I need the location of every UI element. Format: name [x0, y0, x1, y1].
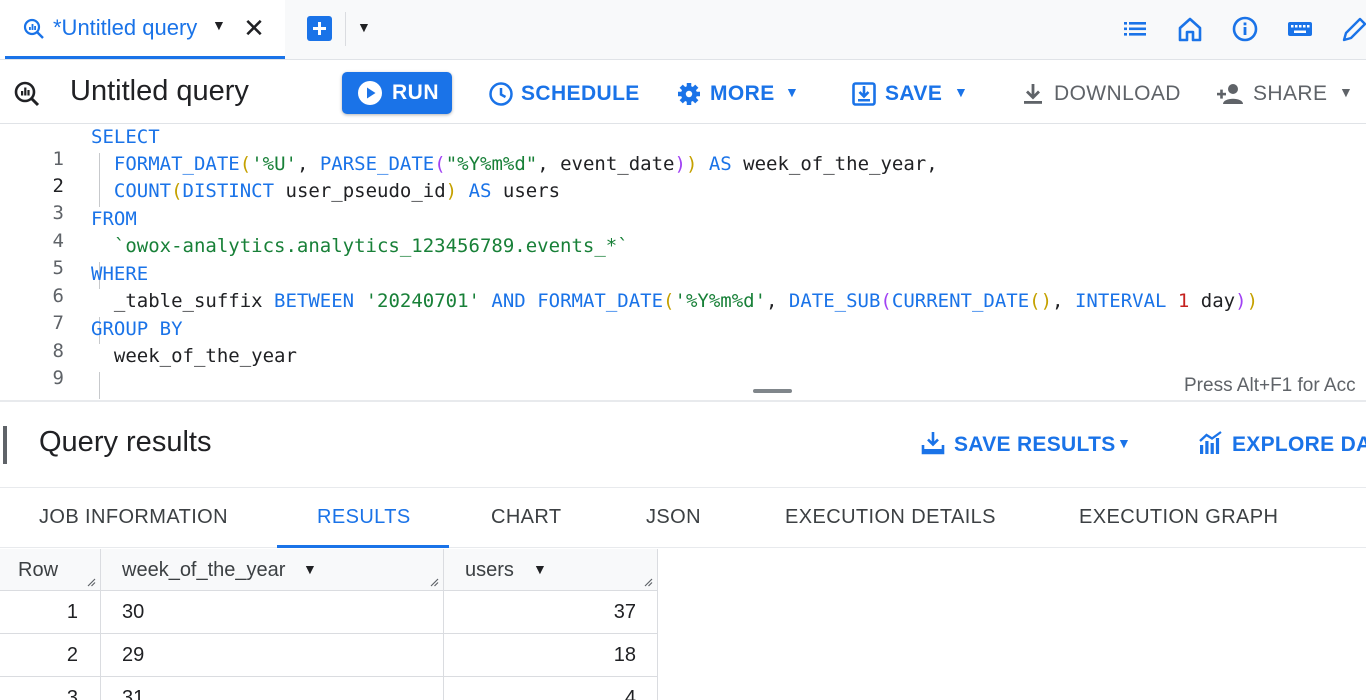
code-line: 4 FROM	[0, 208, 1366, 252]
close-icon[interactable]: ✕	[241, 13, 267, 43]
sort-menu-icon[interactable]: ▼	[303, 561, 317, 577]
chevron-down-icon: ▼	[1339, 84, 1353, 100]
column-header-label: users	[465, 559, 514, 581]
share-label: SHARE	[1253, 82, 1328, 105]
users-cell: 37	[613, 601, 636, 623]
save-label: SAVE	[885, 82, 943, 105]
chevron-down-icon: ▼	[1117, 435, 1131, 451]
save-results-label: SAVE RESULTS	[954, 433, 1116, 456]
share-button[interactable]: SHARE ▼	[1216, 80, 1361, 110]
code-line: 3 COUNT(DISTINCT user_pseudo_id) AS user…	[0, 180, 1366, 224]
save-results-button[interactable]: SAVE RESULTS ▼	[920, 430, 1135, 460]
schedule-label: SCHEDULE	[521, 82, 640, 105]
column-header-week[interactable]: week_of_the_year ▼	[101, 549, 444, 591]
run-button[interactable]: RUN	[342, 72, 452, 114]
schedule-button[interactable]: SCHEDULE	[487, 80, 640, 110]
query-icon	[14, 81, 40, 107]
query-toolbar: Untitled query RUN SCHEDULE MORE ▼ SAVE …	[0, 60, 1366, 124]
query-tab-icon	[23, 18, 44, 39]
column-header-row[interactable]: Row	[0, 549, 101, 591]
column-header-label: week_of_the_year	[122, 559, 286, 581]
tab-execution-details[interactable]: EXECUTION DETAILS	[785, 506, 996, 529]
pencil-icon[interactable]	[1340, 14, 1366, 44]
new-tab-icon[interactable]	[307, 16, 332, 41]
table-row[interactable]: 1 30 37	[0, 591, 658, 634]
more-button[interactable]: MORE ▼	[675, 80, 805, 110]
query-tab[interactable]: *Untitled query ▼ ✕	[0, 0, 285, 59]
tab-results[interactable]: RESULTS	[317, 506, 411, 529]
tab-divider	[345, 12, 346, 46]
editor-resize-handle[interactable]	[753, 389, 792, 393]
info-icon[interactable]	[1230, 14, 1260, 44]
users-cell: 4	[624, 687, 636, 700]
active-tab-indicator	[277, 545, 449, 548]
new-tab-chevron-icon[interactable]: ▼	[357, 19, 371, 35]
results-table: Row week_of_the_year ▼ users ▼ 1 30 37 2…	[0, 549, 1366, 700]
code-line: 6 WHERE	[0, 263, 1366, 307]
row-number: 1	[66, 601, 78, 623]
tab-bar: *Untitled query ▼ ✕ ▼	[0, 0, 1366, 60]
tab-menu-chevron-icon[interactable]: ▼	[212, 17, 226, 33]
keyboard-icon[interactable]	[1285, 14, 1315, 44]
download-icon	[1024, 84, 1042, 104]
explore-data-label: EXPLORE DAT	[1232, 433, 1366, 456]
results-header: Query results SAVE RESULTS ▼ EXPLORE DAT	[0, 404, 1366, 488]
save-button[interactable]: SAVE ▼	[850, 80, 975, 110]
save-icon	[852, 82, 876, 106]
tab-json[interactable]: JSON	[646, 506, 701, 529]
column-header-users[interactable]: users ▼	[444, 549, 658, 591]
tab-job-information[interactable]: JOB INFORMATION	[39, 506, 228, 529]
accessibility-hint: Press Alt+F1 for Acc	[1184, 375, 1356, 396]
column-header-label: Row	[18, 559, 59, 581]
list-icon[interactable]	[1120, 14, 1150, 44]
code-line: 7 _table_suffix BETWEEN '20240701' AND F…	[0, 290, 1366, 334]
chevron-down-icon: ▼	[785, 84, 799, 100]
download-label: DOWNLOAD	[1054, 82, 1181, 105]
table-row[interactable]: 2 29 18	[0, 634, 658, 677]
explore-chart-icon	[1199, 431, 1222, 454]
sort-menu-icon[interactable]: ▼	[533, 561, 547, 577]
chevron-down-icon: ▼	[954, 84, 968, 100]
table-header-row: Row week_of_the_year ▼ users ▼	[0, 549, 658, 591]
results-section-marker	[3, 426, 7, 464]
sql-editor[interactable]: 1 SELECT 2 FORMAT_DATE('%U', PARSE_DATE(…	[0, 124, 1366, 402]
play-icon	[358, 81, 382, 105]
row-number: 2	[66, 644, 78, 666]
more-label: MORE	[710, 82, 775, 105]
results-tabs: JOB INFORMATION RESULTS CHART JSON EXECU…	[0, 488, 1366, 548]
save-results-icon	[921, 432, 945, 455]
code-line: 8 GROUP BY	[0, 318, 1366, 362]
tab-chart[interactable]: CHART	[491, 506, 562, 529]
week-cell: 30	[122, 601, 145, 623]
page-title: Untitled query	[70, 75, 249, 107]
code-line: 5 `owox-analytics.analytics_123456789.ev…	[0, 235, 1366, 279]
explore-data-button[interactable]: EXPLORE DAT	[1198, 430, 1366, 460]
row-number: 3	[66, 687, 78, 700]
line-number: 9	[52, 367, 64, 389]
tab-execution-graph[interactable]: EXECUTION GRAPH	[1079, 506, 1278, 529]
download-button[interactable]: DOWNLOAD	[1019, 80, 1184, 110]
code-line: 2 FORMAT_DATE('%U', PARSE_DATE("%Y%m%d",…	[0, 153, 1366, 197]
table-row[interactable]: 3 31 4	[0, 677, 658, 700]
gear-icon	[678, 83, 700, 105]
active-tab-indicator	[5, 56, 285, 59]
clock-icon	[489, 82, 513, 106]
week-cell: 29	[122, 644, 145, 666]
resize-grip-icon[interactable]	[86, 577, 96, 587]
week-cell: 31	[122, 687, 145, 700]
resize-grip-icon[interactable]	[429, 577, 439, 587]
code-line: 9 week_of_the_year	[0, 345, 1366, 389]
add-person-icon	[1217, 84, 1243, 104]
home-icon[interactable]	[1175, 14, 1205, 44]
run-button-label: RUN	[392, 81, 439, 104]
tab-label: *Untitled query	[53, 15, 198, 40]
code-line: 1 SELECT	[0, 126, 1366, 170]
users-cell: 18	[613, 644, 636, 666]
results-title: Query results	[39, 426, 212, 458]
resize-grip-icon[interactable]	[643, 577, 653, 587]
